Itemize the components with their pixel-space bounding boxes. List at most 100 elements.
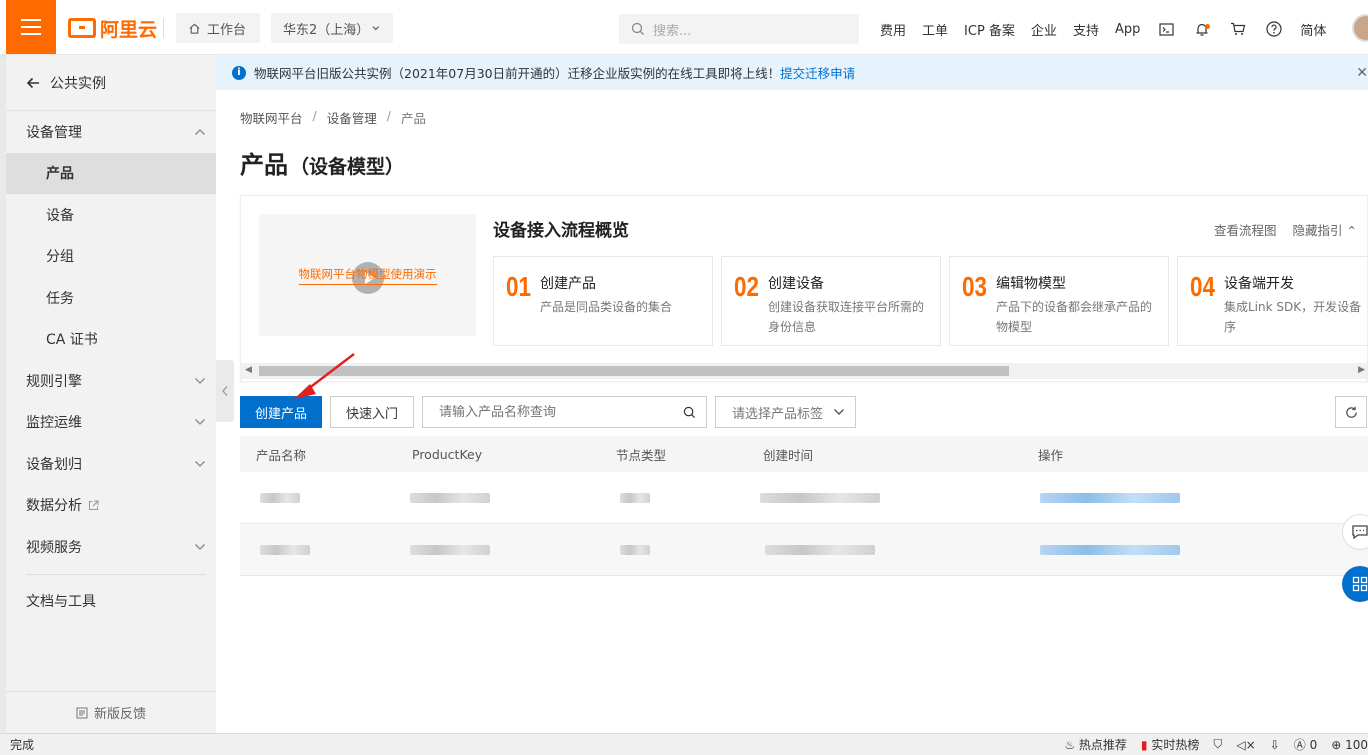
- horizontal-scrollbar[interactable]: ◀ ▶: [241, 363, 1367, 379]
- region-label: 华东2（上海）: [283, 22, 370, 38]
- step-description: 集成Link SDK，开发设备序: [1224, 297, 1367, 337]
- scrollbar-thumb[interactable]: [259, 366, 1009, 376]
- nav-billing[interactable]: 费用: [872, 20, 914, 39]
- nav-icp[interactable]: ICP 备案: [956, 20, 1023, 39]
- feedback-icon: [76, 707, 88, 718]
- sidebar-collapse-toggle[interactable]: [216, 360, 234, 422]
- breadcrumb-iot-platform[interactable]: 物联网平台: [240, 108, 303, 127]
- sidebar-item-monitoring[interactable]: 监控运维: [6, 402, 216, 444]
- help-icon[interactable]: [1256, 21, 1292, 37]
- search-icon: [631, 22, 644, 35]
- create-product-button[interactable]: 创建产品: [240, 396, 322, 428]
- hamburger-menu-button[interactable]: [6, 0, 56, 54]
- region-selector[interactable]: 华东2（上海）: [271, 13, 393, 43]
- logo-text: 阿里云: [100, 18, 158, 41]
- col-product-key: ProductKey: [412, 446, 483, 462]
- sidebar-item-docs-tools[interactable]: 文档与工具: [6, 581, 216, 623]
- realtime-hot-list[interactable]: ▮ 实时热榜: [1141, 736, 1199, 753]
- guide-step[interactable]: 04 设备端开发 集成Link SDK，开发设备序: [1177, 256, 1367, 346]
- terminal-icon[interactable]: [1148, 22, 1184, 36]
- product-tag-select[interactable]: 请选择产品标签: [715, 396, 856, 428]
- sidebar-item-device-assignment[interactable]: 设备划归: [6, 443, 216, 485]
- step-desc-line: 产品下的设备都会继承产品的: [996, 300, 1153, 314]
- feedback-label: 新版反馈: [93, 707, 146, 722]
- sidebar-item-products[interactable]: 产品: [6, 152, 216, 194]
- zoom-level[interactable]: ⊕ 100: [1331, 738, 1368, 752]
- step-title: 创建设备: [768, 276, 824, 292]
- step-title: 编辑物模型: [996, 276, 1066, 292]
- search-icon[interactable]: [683, 406, 696, 419]
- guide-step[interactable]: 02 创建设备 创建设备获取连接平台所需的 身份信息: [721, 256, 941, 346]
- redacted-product-name[interactable]: [260, 492, 300, 503]
- page-title: 产品 （设备模型）: [240, 145, 404, 180]
- sidebar-item-device-management[interactable]: 设备管理: [6, 111, 216, 153]
- table-row[interactable]: [240, 524, 1368, 576]
- realtime-hot-label: 实时热榜: [1151, 738, 1200, 752]
- download-icon[interactable]: ⇩: [1270, 738, 1280, 752]
- product-search-field[interactable]: [422, 396, 707, 428]
- hot-recommend[interactable]: ♨ 热点推荐: [1064, 736, 1127, 753]
- sidebar-item-data-analysis[interactable]: 数据分析: [6, 485, 216, 527]
- nav-support[interactable]: 支持: [1065, 20, 1107, 39]
- redacted-product-key: [410, 492, 490, 503]
- user-avatar[interactable]: [1352, 14, 1368, 42]
- chevron-left-icon: [222, 386, 228, 396]
- language-switch[interactable]: 简体: [1292, 20, 1334, 39]
- guide-step[interactable]: 03 编辑物模型 产品下的设备都会继承产品的 物模型: [949, 256, 1169, 346]
- step-desc-line: 序: [1224, 320, 1237, 334]
- guide-title: 设备接入流程概览: [493, 221, 629, 241]
- sidebar-item-tasks[interactable]: 任务: [6, 277, 216, 319]
- sidebar-item-label: 设备: [46, 207, 74, 224]
- block-count: 0: [1309, 738, 1318, 752]
- aliyun-logo[interactable]: 阿里云: [68, 15, 157, 41]
- sidebar-item-rule-engine[interactable]: 规则引擎: [6, 360, 216, 402]
- nav-tickets[interactable]: 工单: [914, 20, 956, 39]
- global-search-input[interactable]: 搜索...: [619, 14, 859, 44]
- browser-status-bar: 完成 ♨ 热点推荐 ▮ 实时热榜 ⛉ ◁× ⇩ Ⓐ 0 ⊕ 100: [0, 733, 1368, 755]
- step-title: 设备端开发: [1224, 276, 1294, 292]
- sidebar-item-groups[interactable]: 分组: [6, 236, 216, 278]
- notification-dot: [1205, 23, 1211, 29]
- step-desc-line: 创建设备获取连接平台所需的: [768, 300, 925, 314]
- close-icon[interactable]: ✕: [1356, 65, 1368, 81]
- guide-step[interactable]: 01 创建产品 产品是同品类设备的集合: [493, 256, 713, 346]
- sidebar-item-video-service[interactable]: 视频服务: [6, 526, 216, 568]
- product-search-input[interactable]: [439, 404, 669, 420]
- redacted-actions[interactable]: [1040, 492, 1180, 503]
- feedback-button[interactable]: 新版反馈: [6, 691, 216, 733]
- sidebar-back-link[interactable]: 公共实例: [6, 55, 216, 111]
- view-flowchart-link[interactable]: 查看流程图: [1214, 220, 1277, 239]
- sidebar-item-ca-certificate[interactable]: CA 证书: [6, 319, 216, 361]
- nav-app[interactable]: App: [1107, 22, 1148, 37]
- redacted-actions[interactable]: [1040, 544, 1180, 555]
- product-table: 产品名称 ProductKey 节点类型 创建时间 操作: [240, 436, 1368, 576]
- apps-float-button[interactable]: [1342, 566, 1368, 602]
- mute-icon[interactable]: ◁×: [1236, 738, 1255, 752]
- scroll-right-arrow-icon[interactable]: ▶: [1358, 365, 1365, 375]
- status-text: 完成: [10, 738, 35, 752]
- workbench-button[interactable]: 工作台: [176, 13, 260, 43]
- table-row[interactable]: [240, 472, 1368, 524]
- quick-start-button[interactable]: 快速入门: [330, 396, 414, 428]
- breadcrumb-products: 产品: [400, 111, 426, 126]
- hide-guide-link[interactable]: 隐藏指引 ⌃: [1293, 220, 1357, 239]
- sidebar-item-devices[interactable]: 设备: [6, 194, 216, 236]
- bell-icon[interactable]: [1184, 22, 1220, 37]
- block-counter[interactable]: Ⓐ 0: [1294, 736, 1317, 753]
- chat-icon: [1352, 525, 1368, 540]
- demo-video-thumbnail[interactable]: 物联网平台物模型使用演示: [259, 214, 476, 336]
- cart-icon[interactable]: [1220, 22, 1256, 36]
- refresh-button[interactable]: [1335, 396, 1367, 428]
- nav-enterprise[interactable]: 企业: [1023, 20, 1065, 39]
- col-node-type: 节点类型: [616, 447, 667, 463]
- chevron-down-icon: [195, 419, 205, 426]
- step-number: 04: [1190, 271, 1215, 302]
- notice-link[interactable]: 提交迁移申请: [780, 66, 855, 81]
- breadcrumb-device-management[interactable]: 设备管理: [327, 108, 377, 127]
- bar-chart-icon: ▮: [1140, 738, 1148, 752]
- scroll-left-arrow-icon[interactable]: ◀: [245, 365, 252, 375]
- redacted-product-name[interactable]: [260, 544, 310, 555]
- shield-icon[interactable]: ⛉: [1213, 737, 1222, 752]
- step-desc-line: 集成Link SDK，开发设备: [1224, 300, 1362, 314]
- breadcrumb-separator: /: [312, 108, 317, 123]
